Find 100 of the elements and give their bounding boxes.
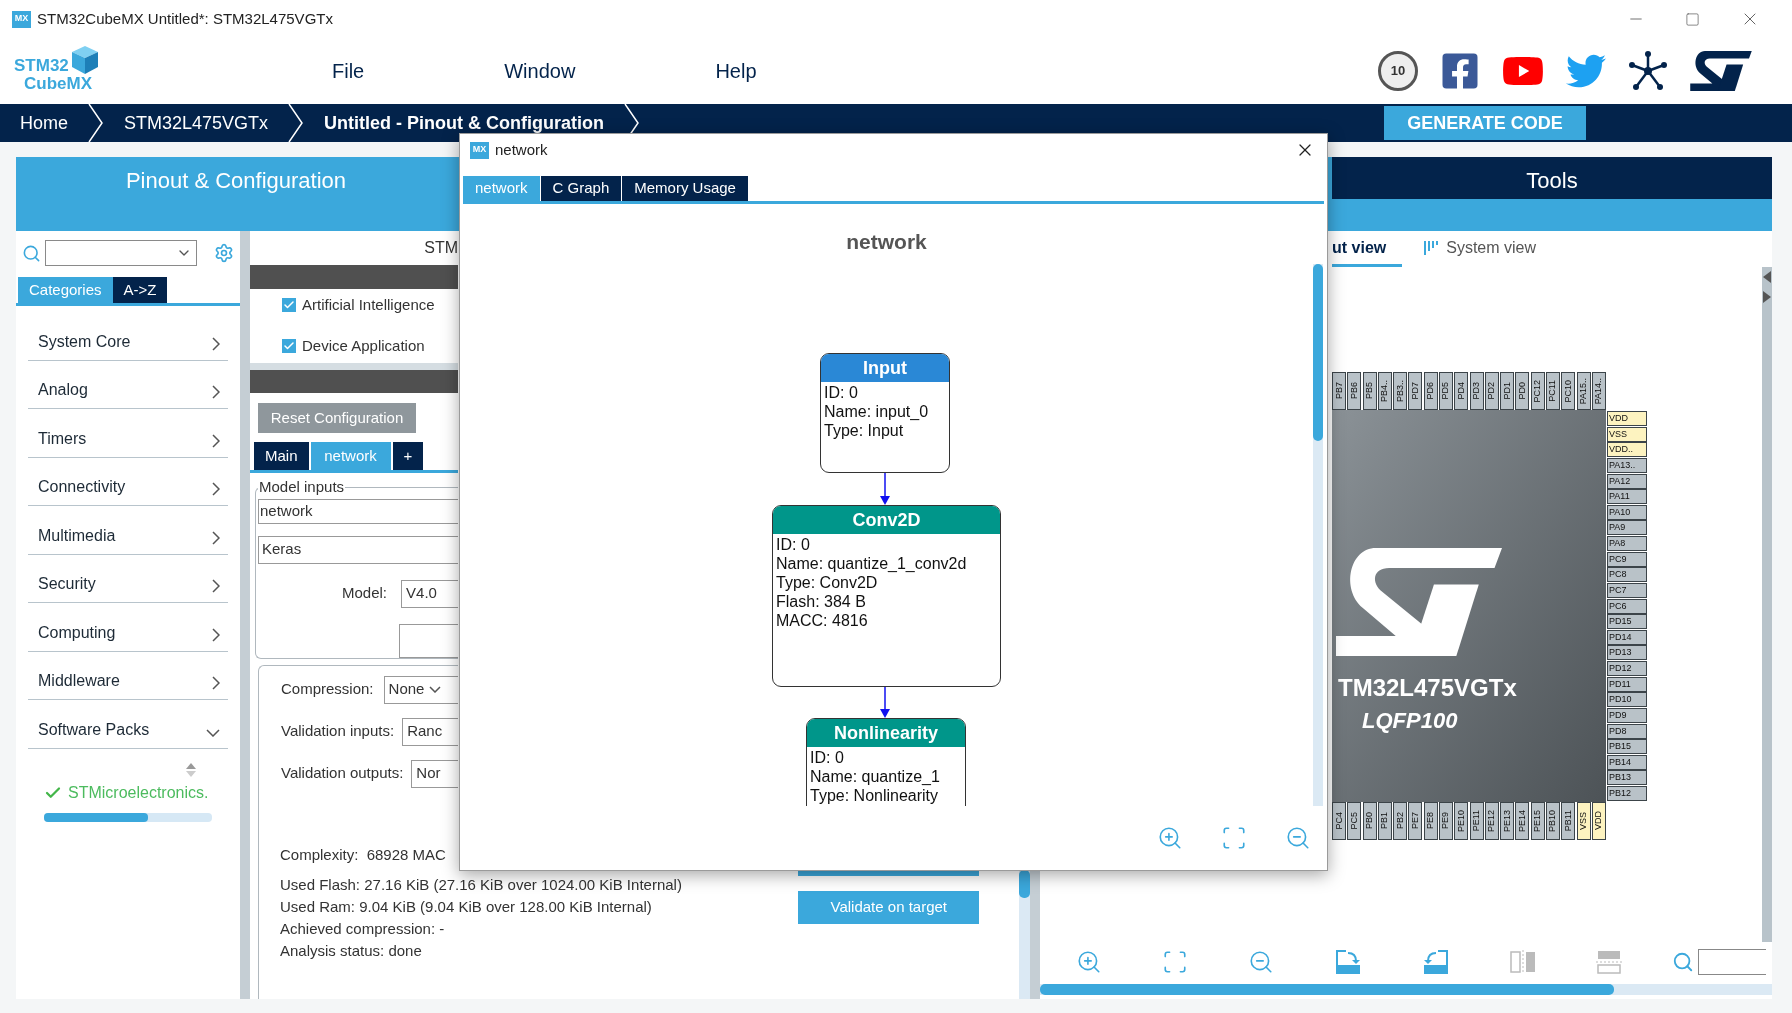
pin[interactable]: PB0 [1362,802,1377,840]
zoom-out-icon[interactable] [1285,825,1311,851]
view-tab[interactable]: System view [1424,231,1537,267]
checkbox[interactable] [282,338,296,353]
dialog-tab[interactable]: C Graph [540,176,622,201]
menu-item[interactable]: Help [715,56,757,86]
scrollbar[interactable] [1040,984,1772,995]
maximize-icon[interactable] [1685,11,1700,27]
pin[interactable]: PB5 [1362,372,1377,410]
pin[interactable]: PA8 [1607,536,1647,551]
search-icon[interactable] [22,243,41,263]
pin[interactable]: PB11 [1561,802,1576,840]
pin[interactable]: PD0 [1515,372,1530,410]
pin[interactable]: PA14.. [1591,372,1606,410]
pin[interactable]: PC6 [1607,598,1647,614]
category-item[interactable]: Middleware [28,651,228,700]
pin[interactable]: PA10 [1607,504,1647,520]
pin[interactable]: PD10 [1607,692,1647,708]
category-tab[interactable]: A->Z [112,277,168,303]
network-icon[interactable] [1628,51,1668,91]
pin[interactable]: PC10 [1561,372,1576,410]
pin[interactable]: VDD [1591,802,1606,840]
search-icon[interactable] [1672,951,1694,973]
zoom-in-icon[interactable] [1157,825,1183,851]
scrollbar[interactable] [1019,870,1030,999]
input-field[interactable] [399,623,458,658]
pin[interactable]: PC8 [1607,567,1647,583]
pin[interactable]: PB10 [1545,802,1560,840]
category-item[interactable]: Security [28,554,228,603]
model-field[interactable]: V4.0 [401,579,458,608]
pin[interactable]: PD14 [1607,629,1647,645]
scrollbar[interactable] [1313,264,1323,806]
pin[interactable]: PC4 [1332,802,1346,840]
menu-item[interactable]: File [332,56,365,86]
category-item[interactable]: Multimedia [28,506,228,555]
pin[interactable]: PC7 [1607,582,1647,598]
category-item[interactable]: Connectivity [28,457,228,506]
split-horizontal-icon[interactable] [1596,950,1622,974]
zoom-out-icon[interactable] [1248,949,1274,975]
category-item[interactable]: Software Packs [28,700,228,749]
pin[interactable]: PA11 [1607,489,1647,505]
rotate-counterclockwise-icon[interactable] [1422,949,1450,975]
pin[interactable]: PD15 [1607,614,1647,630]
menu-item[interactable]: Window [504,56,576,86]
graph-node[interactable]: Conv2D ID: 0 Name: quantize_1_conv2d Type: Conv2D Flash: 384 B MACC: 4816 [772,505,1001,687]
pin[interactable]: PD2 [1484,372,1499,410]
pin[interactable]: VSS [1607,426,1647,442]
compression-select[interactable]: None [383,675,458,704]
pin[interactable]: PE11 [1469,802,1484,840]
pin[interactable]: PD6 [1423,372,1438,410]
breadcrumb[interactable]: Untitled - Pinout & Configuration [304,109,625,137]
category-item[interactable]: Timers [28,409,228,458]
pin[interactable]: VDD [1607,411,1647,426]
facebook-icon[interactable] [1440,51,1480,91]
pin[interactable]: PD4 [1454,372,1469,410]
perspective-tab[interactable]: Tools [1332,157,1772,199]
pin[interactable]: PD12 [1607,661,1647,676]
pin[interactable]: PB7 [1332,372,1346,410]
search-field[interactable] [1698,949,1766,975]
pin[interactable]: PD1 [1500,372,1515,410]
settings-icon[interactable] [214,243,234,263]
breadcrumb[interactable]: Home [0,109,88,137]
config-tab[interactable]: + [392,442,424,471]
pin[interactable]: PC5 [1347,802,1362,840]
arrow-left-icon[interactable] [1763,271,1771,283]
pin[interactable]: PB4.. [1377,372,1392,410]
breadcrumb[interactable]: STM32L475VGTx [104,109,289,137]
pin[interactable]: PB14 [1607,754,1647,770]
search-field[interactable] [45,240,197,266]
arrow-right-icon[interactable] [1763,291,1771,303]
pin[interactable]: PB2 [1393,802,1408,840]
scrollbar[interactable] [1762,267,1772,942]
pin[interactable]: VSS [1576,802,1591,840]
category-item[interactable]: Analog [28,360,228,409]
pin[interactable]: PD3 [1469,372,1484,410]
pin[interactable]: PD13 [1607,645,1647,661]
category-item[interactable]: Computing [28,603,228,652]
pin[interactable]: PC11 [1545,372,1560,410]
pin[interactable]: PB12 [1607,786,1647,801]
pin[interactable]: PD5 [1438,372,1453,410]
dialog-tab[interactable]: Memory Usage [622,176,748,201]
fit-icon[interactable] [1221,825,1247,851]
config-tab[interactable]: Main [254,442,309,471]
input-field[interactable]: Ranc [402,717,458,746]
st-logo[interactable] [1690,51,1752,91]
pin[interactable]: PA15.. [1576,372,1591,410]
pin[interactable]: PD7 [1408,372,1423,410]
pin[interactable]: PD8 [1607,723,1647,739]
pin[interactable]: PE12 [1484,802,1499,840]
pin[interactable]: PA12 [1607,473,1647,489]
pin[interactable]: PD9 [1607,707,1647,723]
graph-node[interactable]: Input ID: 0 Name: input_0 Type: Input [820,353,950,473]
pin[interactable]: PD11 [1607,676,1647,692]
pin[interactable]: PB1 [1377,802,1392,840]
pin[interactable]: PE14 [1515,802,1530,840]
pin[interactable]: PB3.. [1393,372,1408,410]
rotate-clockwise-icon[interactable] [1334,949,1362,975]
pin[interactable]: PE13 [1500,802,1515,840]
framework-field[interactable]: Keras [258,535,458,564]
name-field[interactable]: network [258,498,458,524]
